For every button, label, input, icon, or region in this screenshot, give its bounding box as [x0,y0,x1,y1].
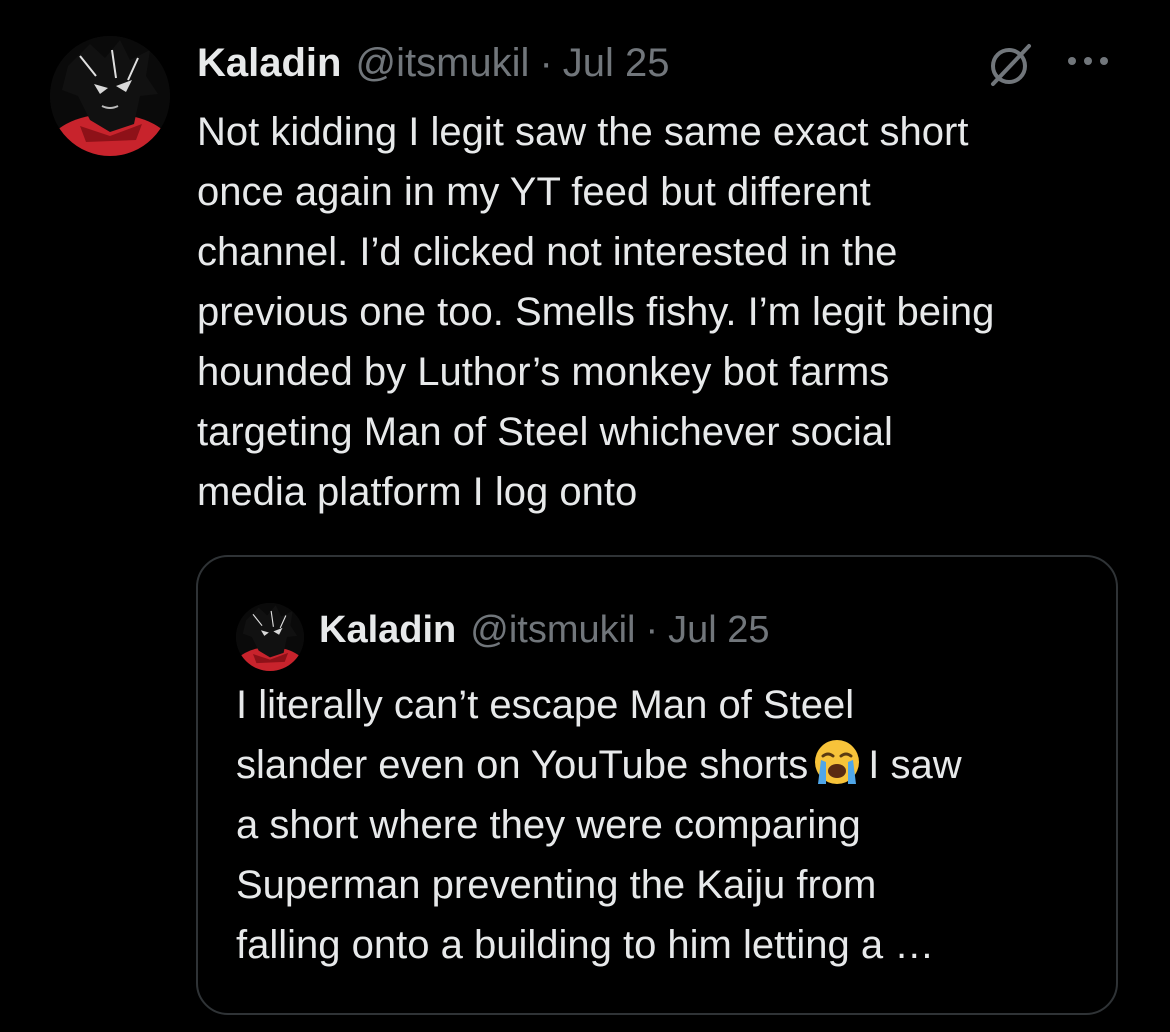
tweet-date[interactable]: Jul 25 [563,38,670,88]
author-name[interactable]: Kaladin [197,38,341,88]
tweet-text: Not kidding I legit saw the same exact s… [197,110,995,514]
anime-character-avatar-icon[interactable] [236,603,304,671]
quoted-author-name[interactable]: Kaladin [319,605,456,655]
anime-character-avatar-icon[interactable] [50,36,170,156]
tweet-header: Kaladin @itsmukil · Jul 25 [197,38,670,88]
quoted-text-line: I literally can’t escape Man of Steel [236,683,855,727]
quoted-text-line: slander even on YouTube shorts I saw [236,735,1096,795]
quoted-text-fragment: slander even on YouTube shorts [236,743,809,787]
separator-dot: · [539,41,553,85]
quoted-author-handle[interactable]: @itsmukil [470,605,635,655]
quoted-tweet[interactable]: Kaladin @itsmukil · Jul 25 I literally c… [196,555,1118,1015]
more-options-icon[interactable] [1062,48,1114,74]
quoted-tweet-header: Kaladin @itsmukil · Jul 25 [319,605,770,655]
quoted-text-fragment: I saw [868,743,962,787]
separator-dot: · [645,609,659,651]
quoted-tweet-date[interactable]: Jul 25 [668,605,769,655]
grok-icon[interactable] [985,40,1035,90]
loudly-crying-face-emoji-icon [812,738,862,788]
quoted-text-line: Superman preventing the Kaiju from [236,863,877,907]
author-handle[interactable]: @itsmukil [355,38,529,88]
quoted-tweet-text: I literally can’t escape Man of Steel sl… [236,675,1096,975]
quoted-text-line: a short where they were comparing [236,803,861,847]
quoted-text-line: falling onto a building to him letting a… [236,923,935,967]
tweet[interactable]: Kaladin @itsmukil · Jul 25 Not kidding I… [0,0,1170,1032]
